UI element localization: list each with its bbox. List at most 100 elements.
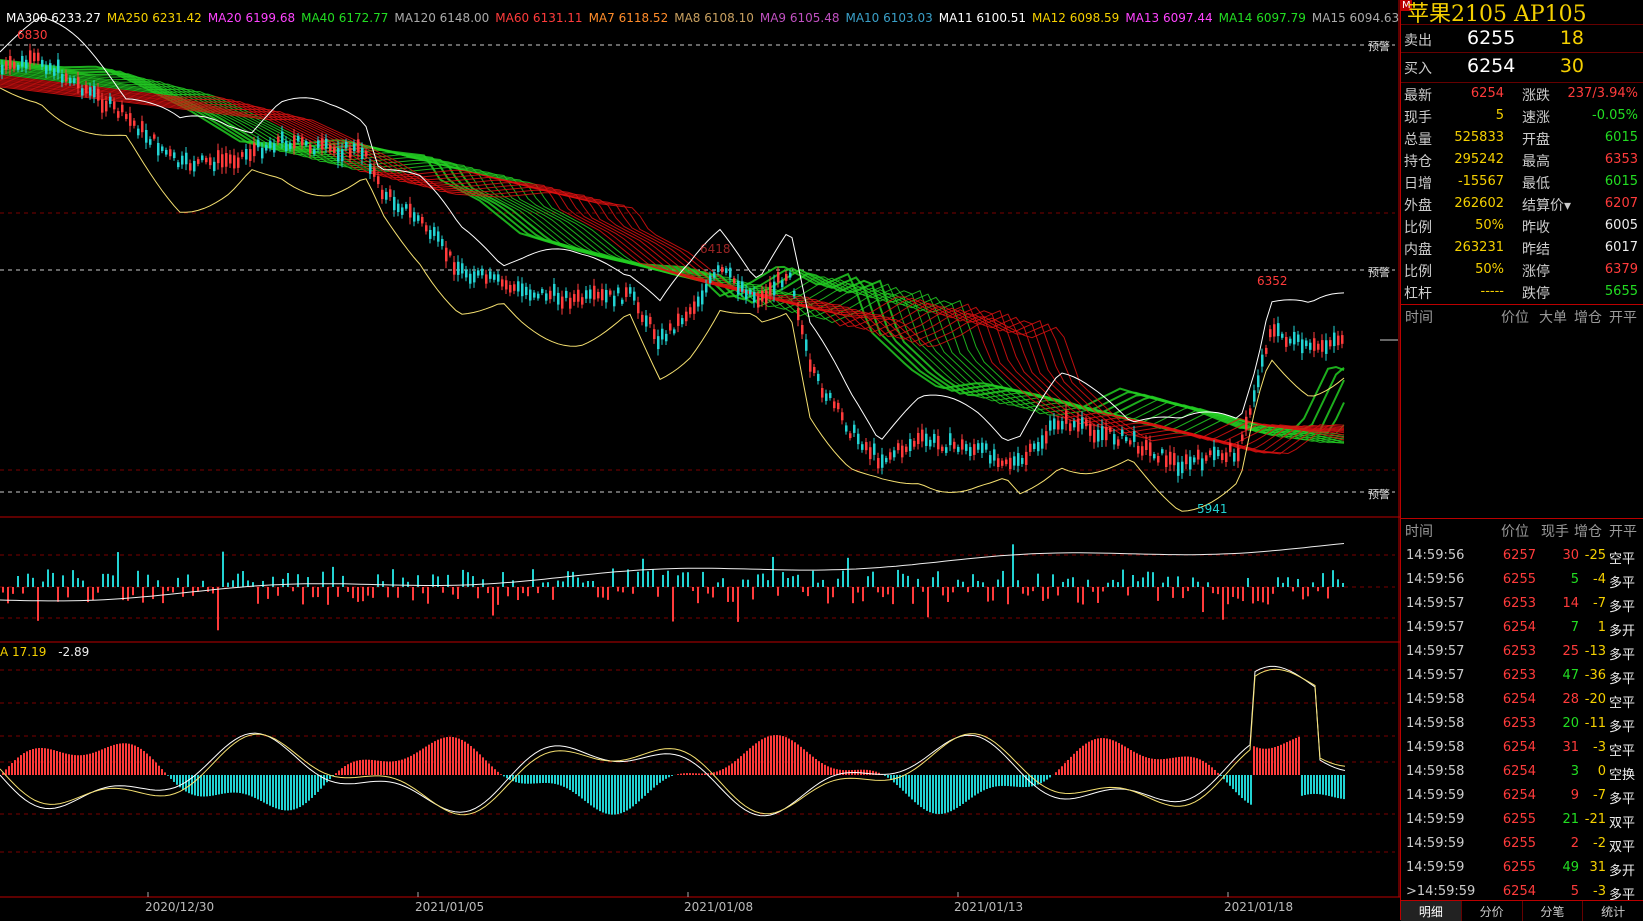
trade-row[interactable]: 14:59:57 6253 14 -7 多平 bbox=[1401, 593, 1643, 617]
tab-2[interactable]: 分笔 bbox=[1523, 901, 1584, 921]
volume-bar bbox=[1322, 573, 1324, 587]
macd-bar bbox=[656, 775, 658, 785]
candle-body bbox=[445, 248, 448, 262]
macd-bar bbox=[266, 775, 268, 804]
trade-time: 14:59:58 bbox=[1406, 764, 1464, 779]
candle-body bbox=[989, 455, 992, 463]
macd-bar bbox=[785, 737, 787, 775]
trade-oi: -25 bbox=[1579, 548, 1606, 563]
price-chart[interactable] bbox=[0, 0, 1400, 920]
trade-qty: 31 bbox=[1536, 740, 1579, 755]
macd-bar bbox=[779, 735, 781, 775]
candle-body bbox=[597, 292, 600, 298]
volume-bar bbox=[157, 580, 159, 587]
macd-bar bbox=[539, 775, 541, 783]
candle-body bbox=[101, 99, 104, 112]
tab-1[interactable]: 分价 bbox=[1462, 901, 1523, 921]
macd-bar bbox=[995, 775, 997, 786]
trades-list[interactable]: 14:59:56 6257 30 -25 空平14:59:56 6255 5 -… bbox=[1401, 545, 1643, 905]
volume-bar bbox=[557, 581, 559, 587]
trade-row[interactable]: 14:59:59 6255 49 31 多开 bbox=[1401, 857, 1643, 881]
candle-body bbox=[557, 293, 560, 305]
warn-label-1[interactable]: 预警 bbox=[1368, 38, 1390, 54]
macd-bar bbox=[419, 750, 421, 775]
macd-bar bbox=[791, 740, 793, 775]
candle-body bbox=[189, 163, 192, 170]
macd-bar bbox=[968, 775, 970, 800]
volume-bar bbox=[702, 572, 704, 587]
trade-row[interactable]: 14:59:56 6255 5 -4 多平 bbox=[1401, 569, 1643, 593]
trade-row[interactable]: 14:59:57 6254 7 1 多开 bbox=[1401, 617, 1643, 641]
trade-row[interactable]: 14:59:59 6254 9 -7 多平 bbox=[1401, 785, 1643, 809]
macd-bar bbox=[425, 747, 427, 775]
volume-bar bbox=[167, 587, 169, 591]
macd-bar bbox=[140, 749, 142, 775]
tab-3[interactable]: 统计 bbox=[1583, 901, 1643, 921]
candle-body bbox=[1045, 431, 1048, 443]
candle-body bbox=[1229, 443, 1232, 452]
quote-panel: M 苹果2105 AP105 卖出 6255 18 买入 6254 30 最新 … bbox=[1400, 0, 1643, 920]
candle-body bbox=[45, 65, 48, 73]
macd-bar bbox=[122, 743, 124, 775]
volume-bar bbox=[512, 580, 514, 587]
warn-label-3[interactable]: 预警 bbox=[1368, 486, 1390, 502]
candle-body bbox=[113, 101, 116, 109]
trade-row[interactable]: 14:59:58 6254 28 -20 空平 bbox=[1401, 689, 1643, 713]
chart-area[interactable]: MA300 6233.27MA250 6231.42MA20 6199.68MA… bbox=[0, 0, 1400, 920]
candle-body bbox=[969, 447, 972, 456]
macd-bar bbox=[71, 755, 73, 775]
volume-bar bbox=[952, 587, 954, 592]
candle-body bbox=[373, 167, 376, 177]
tab-0[interactable]: 明细 bbox=[1401, 901, 1462, 921]
trade-row[interactable]: 14:59:58 6254 31 -3 空平 bbox=[1401, 737, 1643, 761]
trade-price: 6254 bbox=[1487, 764, 1536, 779]
macd-bar bbox=[608, 775, 610, 814]
candle-body bbox=[685, 312, 688, 322]
volume-bar bbox=[927, 587, 929, 617]
trade-row[interactable]: 14:59:57 6253 25 -13 多平 bbox=[1401, 641, 1643, 665]
candle-body bbox=[657, 336, 660, 349]
macd-bar bbox=[29, 750, 31, 775]
macd-bar bbox=[1235, 775, 1237, 792]
trade-row[interactable]: 14:59:57 6253 47 -36 多平 bbox=[1401, 665, 1643, 689]
volume-bar bbox=[1307, 587, 1309, 596]
macd-bar bbox=[1232, 775, 1234, 789]
trade-row[interactable]: 14:59:59 6255 21 -21 双平 bbox=[1401, 809, 1643, 833]
macd-bar bbox=[1328, 775, 1330, 796]
ma-ribbon-line bbox=[0, 74, 1344, 442]
candle-body bbox=[909, 439, 912, 451]
trade-row[interactable]: 14:59:58 6253 20 -11 多平 bbox=[1401, 713, 1643, 737]
volume-bar bbox=[797, 575, 799, 587]
trade-price: 6253 bbox=[1487, 596, 1536, 611]
volume-bar bbox=[982, 582, 984, 587]
trade-type: 空平 bbox=[1609, 692, 1635, 711]
candle-body bbox=[641, 315, 644, 322]
macd-bar bbox=[1337, 775, 1339, 798]
candle-body bbox=[497, 274, 500, 281]
volume-bar bbox=[697, 587, 699, 603]
ma-legend-item: MA60 6131.11 bbox=[495, 11, 582, 25]
stat-value: 6353 bbox=[1605, 152, 1638, 167]
ma-ribbon-line bbox=[0, 68, 1344, 440]
macd-bar bbox=[926, 775, 928, 811]
volume-bar bbox=[992, 587, 994, 601]
candle-body bbox=[509, 285, 512, 293]
macd-bar bbox=[962, 775, 964, 804]
volume-bar bbox=[792, 576, 794, 587]
candle-body bbox=[1149, 442, 1152, 456]
candle-body bbox=[1173, 453, 1176, 465]
volume-bar bbox=[752, 587, 754, 599]
candle-body bbox=[1205, 455, 1208, 461]
trade-row[interactable]: 14:59:56 6257 30 -25 空平 bbox=[1401, 545, 1643, 569]
candle-body bbox=[961, 439, 964, 449]
macd-bar bbox=[773, 735, 775, 775]
macd-bar bbox=[221, 775, 223, 794]
warn-label-2[interactable]: 预警 bbox=[1368, 264, 1390, 280]
macd-bar bbox=[32, 749, 34, 775]
macd-bar bbox=[887, 775, 889, 778]
trade-row[interactable]: 14:59:58 6254 3 0 空换 bbox=[1401, 761, 1643, 785]
trade-type: 多平 bbox=[1609, 644, 1635, 663]
trade-row[interactable]: 14:59:59 6255 2 -2 双平 bbox=[1401, 833, 1643, 857]
macd-bar bbox=[281, 775, 283, 810]
macd-bar bbox=[1268, 748, 1270, 775]
